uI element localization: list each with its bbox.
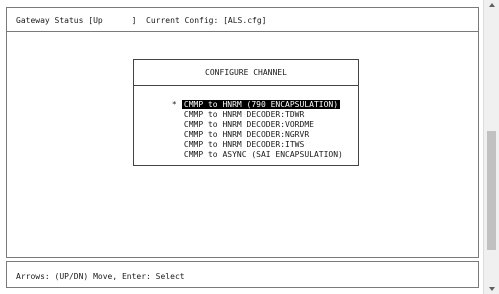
menu-item-790-encapsulation[interactable]: * CMMP to HNRM (790 ENCAPSULATION) [143, 90, 353, 109]
menu-item-decoder-vordme[interactable]: CMMP to HNRM DECODER:VORDME [143, 110, 353, 129]
key-help-line: Arrows: (UP/DN) Move, Enter: Select [16, 272, 185, 281]
menu-item-decoder-itws[interactable]: CMMP to HNRM DECODER:ITWS [143, 130, 353, 149]
menu-item-decoder-ngrvr[interactable]: CMMP to HNRM DECODER:NGRVR [143, 120, 353, 139]
dialog-title: CONFIGURE CHANNEL [205, 68, 287, 77]
vertical-scrollbar[interactable] [483, 0, 499, 294]
scroll-up-arrow-icon[interactable] [489, 3, 495, 7]
channel-menu-list: * CMMP to HNRM (790 ENCAPSULATION) CMMP t… [143, 90, 353, 159]
menu-item-decoder-tdwr[interactable]: CMMP to HNRM DECODER:TDWR [143, 100, 353, 119]
terminal-window: Gateway Status [Up ] Current Config: [AL… [0, 0, 482, 294]
menu-item-label: CMMP to ASYNC (SAI ENCAPSULATION) [183, 150, 343, 159]
menu-item-async-sai-encapsulation[interactable]: CMMP to ASYNC (SAI ENCAPSULATION) [143, 140, 353, 159]
dialog-title-divider [133, 85, 359, 86]
scroll-thumb[interactable] [487, 131, 496, 250]
scroll-down-arrow-icon[interactable] [489, 287, 495, 291]
gateway-status-line: Gateway Status [Up ] Current Config: [AL… [16, 16, 267, 25]
